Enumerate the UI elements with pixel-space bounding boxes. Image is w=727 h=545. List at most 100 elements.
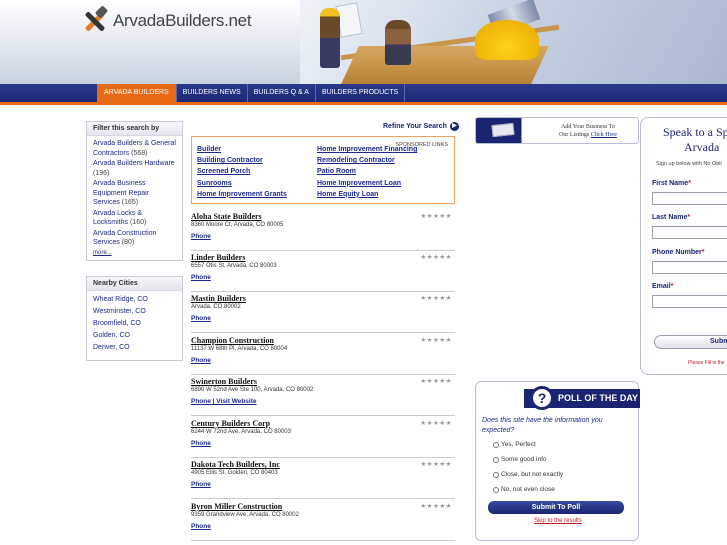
- listing-row: Swinerton Builders ★★★★★ 6890 W 52nd Ave…: [191, 375, 455, 416]
- last-name-label: Last Name*: [652, 214, 691, 221]
- sponsored-link[interactable]: Sunrooms: [197, 178, 287, 189]
- listing-name[interactable]: Swinerton Builders: [191, 377, 257, 386]
- hero-banner-image: [300, 0, 727, 84]
- nearby-title: Nearby Cities: [87, 277, 182, 291]
- add-business-ad[interactable]: Add Your Business To Our Listings Click …: [475, 117, 639, 144]
- lead-subtext: Sign up below with No Obli: [656, 161, 722, 167]
- rating-stars-icon: ★★★★★: [420, 254, 452, 261]
- poll-skip-link[interactable]: Skip to the results: [476, 518, 640, 524]
- filter-title: Filter this search by: [87, 122, 182, 136]
- sponsored-column-right: Home Improvement Financing Remodeling Co…: [317, 144, 417, 200]
- rating-stars-icon: ★★★★★: [420, 503, 452, 510]
- filter-item[interactable]: Arvada Construction Services (80): [93, 229, 176, 248]
- ad-text: Add Your Business To Our Listings Click …: [559, 124, 617, 138]
- listing-address: 9359 Grandview Ave, Arvada, CO 80002: [191, 512, 299, 518]
- first-name-label: First Name*: [652, 180, 691, 187]
- listing-name[interactable]: Dakota Tech Builders, Inc: [191, 460, 280, 469]
- listing-address: 8360 Moore Ct, Arvada, CO 80005: [191, 222, 284, 228]
- nearby-cities-panel: Nearby Cities Wheat Ridge, CO Westminste…: [86, 276, 183, 361]
- filter-item[interactable]: Arvada Builders & General Contractors (5…: [93, 139, 176, 158]
- nav-arvada-builders[interactable]: ARVADA BUILDERS: [97, 84, 177, 102]
- nav-accent-strip: [0, 102, 727, 105]
- radio-button[interactable]: [493, 456, 499, 463]
- site-logo[interactable]: ArvadaBuilders.net: [80, 5, 252, 35]
- sponsored-link[interactable]: Building Contractor: [197, 155, 287, 166]
- filter-item[interactable]: Arvada Locks & Locksmiths (160): [93, 209, 176, 228]
- poll-option[interactable]: No, not even close: [493, 486, 555, 493]
- sponsored-link[interactable]: Home Equity Loan: [317, 189, 417, 200]
- listing-name[interactable]: Aloha State Builders: [191, 212, 262, 221]
- listing-row: Century Builders Corp ★★★★★ 6244 W 72nd …: [191, 417, 455, 458]
- listing-address: 6244 W 72nd Ave, Arvada, CO 80003: [191, 429, 291, 435]
- nearby-city-link[interactable]: Wheat Ridge, CO: [93, 294, 176, 305]
- nearby-city-link[interactable]: Westminster, CO: [93, 306, 176, 317]
- rating-stars-icon: ★★★★★: [420, 295, 452, 302]
- listing-address: 6890 W 52nd Ave Ste 100, Arvada, CO 8000…: [191, 387, 314, 393]
- site-name: ArvadaBuilders.net: [113, 11, 252, 30]
- nav-builders-news[interactable]: BUILDERS NEWS: [177, 84, 248, 102]
- listing-row: Aloha State Builders ★★★★★ 8360 Moore Ct…: [191, 210, 455, 251]
- lead-submit-button[interactable]: Subm: [654, 335, 727, 349]
- listing-phone-link[interactable]: Phone: [191, 523, 211, 530]
- listing-address: Arvada, CO 80002: [191, 304, 241, 310]
- listing-name[interactable]: Mastin Builders: [191, 294, 246, 303]
- poll-option[interactable]: Close, but not exactly: [493, 471, 563, 478]
- refine-search-link[interactable]: Refine Your Search ▶: [383, 122, 459, 131]
- email-label: Email*: [652, 283, 674, 290]
- email-input[interactable]: [652, 295, 727, 308]
- nav-builders-qa[interactable]: BUILDERS Q & A: [248, 84, 316, 102]
- last-name-input[interactable]: [652, 226, 727, 239]
- rating-stars-icon: ★★★★★: [420, 420, 452, 427]
- listing-name[interactable]: Champion Construction: [191, 336, 274, 345]
- listing-phone-link[interactable]: Phone: [191, 274, 211, 281]
- listing-name[interactable]: Byron Miller Construction: [191, 502, 282, 511]
- filter-more-link[interactable]: more...: [93, 249, 176, 259]
- rating-stars-icon: ★★★★★: [420, 461, 452, 468]
- listing-phone-link[interactable]: Phone: [191, 440, 211, 447]
- filter-item[interactable]: Arvada Builders Hardware (196): [93, 159, 176, 178]
- sponsored-link[interactable]: Home Improvement Grants: [197, 189, 287, 200]
- poll-question: Does this site have the information you …: [482, 417, 603, 434]
- sponsored-link[interactable]: Home Improvement Loan: [317, 178, 417, 189]
- radio-button[interactable]: [493, 486, 499, 493]
- listing-phone-link[interactable]: Phone: [191, 357, 211, 364]
- listing-name[interactable]: Linder Builders: [191, 253, 245, 262]
- listing-row: Linder Builders ★★★★★ 6557 Otis St, Arva…: [191, 251, 455, 292]
- listing-address: 6557 Otis St, Arvada, CO 80003: [191, 263, 277, 269]
- nearby-city-link[interactable]: Denver, CO: [93, 342, 176, 353]
- listing-name[interactable]: Century Builders Corp: [191, 419, 270, 428]
- poll-option[interactable]: Yes, Perfect: [493, 441, 536, 448]
- phone-number-input[interactable]: [652, 261, 727, 274]
- rating-stars-icon: ★★★★★: [420, 378, 452, 385]
- sponsored-link[interactable]: Remodeling Contractor: [317, 155, 417, 166]
- sponsored-link[interactable]: Builder: [197, 144, 287, 155]
- lead-note: Please Fill in the: [688, 360, 725, 366]
- sponsored-column-left: Builder Building Contractor Screened Por…: [197, 144, 287, 200]
- radio-button[interactable]: [493, 441, 499, 448]
- sponsored-link[interactable]: Patio Room: [317, 166, 417, 177]
- sign-icon: [491, 122, 515, 138]
- nav-builders-products[interactable]: BUILDERS PRODUCTS: [316, 84, 406, 102]
- ad-click-here-link[interactable]: Click Here: [591, 132, 617, 138]
- nearby-city-link[interactable]: Broomfield, CO: [93, 318, 176, 329]
- filter-item[interactable]: Arvada Business Equipment Repair Service…: [93, 179, 176, 208]
- poll-option[interactable]: Some good info: [493, 456, 547, 463]
- listing-address: 11137 W 68th Pl, Arvada, CO 80004: [191, 346, 288, 352]
- nearby-city-link[interactable]: Golden, CO: [93, 330, 176, 341]
- listing-row: Dakota Tech Builders, Inc ★★★★★ 4905 Ell…: [191, 458, 455, 499]
- listing-phone-link[interactable]: Phone: [191, 481, 211, 488]
- listing-phone-link[interactable]: Phone: [191, 233, 211, 240]
- poll-submit-button[interactable]: Submit To Poll: [488, 501, 624, 514]
- lead-heading: Speak to a Sp: [663, 125, 727, 139]
- tools-icon: [80, 5, 109, 35]
- arrow-right-icon: ▶: [449, 122, 459, 131]
- listing-row: Mastin Builders ★★★★★ Arvada, CO 80002 P…: [191, 292, 455, 333]
- sponsored-link[interactable]: Home Improvement Financing: [317, 144, 417, 155]
- first-name-input[interactable]: [652, 192, 727, 205]
- listing-phone-link[interactable]: Phone | Visit Website: [191, 398, 257, 405]
- lead-heading-2: Arvada: [684, 140, 720, 154]
- listing-phone-link[interactable]: Phone: [191, 315, 211, 322]
- listing-row: Byron Miller Construction ★★★★★ 9359 Gra…: [191, 500, 455, 541]
- radio-button[interactable]: [493, 471, 499, 478]
- sponsored-link[interactable]: Screened Porch: [197, 166, 287, 177]
